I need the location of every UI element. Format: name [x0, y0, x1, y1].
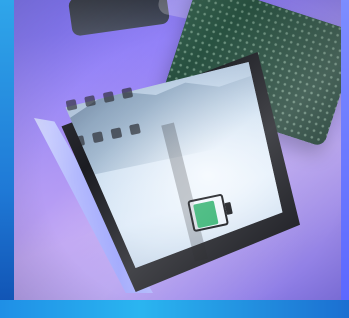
battery-cap [224, 201, 233, 215]
desktop-icon [129, 123, 141, 136]
desktop-icon [84, 95, 97, 107]
battery-fill-track [193, 199, 225, 229]
device-top-left [67, 0, 171, 37]
frame-bottom [0, 300, 349, 318]
frame-left [0, 0, 14, 318]
frame-right [341, 0, 349, 318]
desktop-icon [121, 87, 134, 100]
desktop-icon [73, 135, 86, 148]
battery-fill [193, 200, 219, 229]
photo [0, 0, 349, 318]
desktop-icon [102, 91, 115, 103]
desktop-icon [65, 99, 78, 111]
desktop-icon [91, 131, 104, 144]
desktop-icon [110, 127, 123, 140]
